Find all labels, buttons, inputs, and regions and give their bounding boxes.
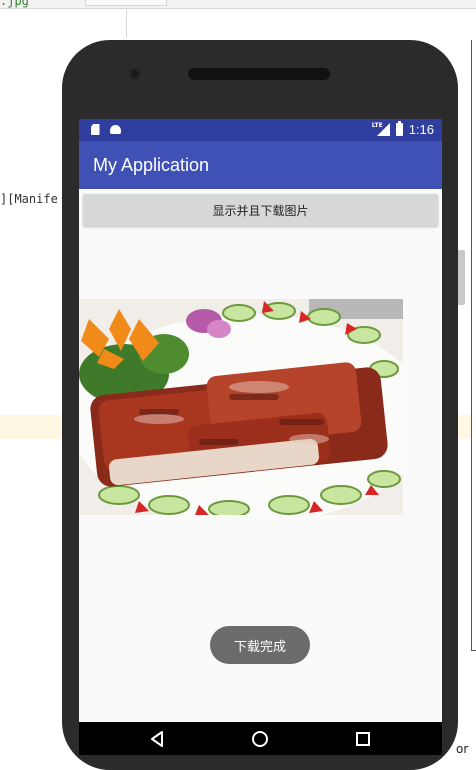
ide-divider (126, 8, 127, 38)
ide-tab[interactable] (85, 0, 167, 6)
recents-icon[interactable] (354, 730, 372, 748)
device-screen: LTE 1:16 My Application 显示并且下载图片 下载完成 (79, 119, 442, 755)
ide-tab-bar: .jpg (0, 0, 476, 9)
battery-icon (395, 121, 403, 136)
status-bar: LTE 1:16 (79, 119, 442, 141)
lte-signal-icon: LTE (372, 122, 390, 137)
download-complete-toast: 下载完成 (210, 626, 310, 664)
android-icon (109, 123, 121, 136)
sd-card-icon (89, 123, 101, 136)
app-title: My Application (93, 155, 210, 175)
ide-tab-label[interactable]: .jpg (0, 0, 29, 8)
show-and-download-image-button[interactable]: 显示并且下载图片 (83, 194, 438, 226)
status-time: 1:16 (408, 122, 434, 137)
back-icon[interactable] (149, 730, 167, 748)
ide-scrollbar[interactable] (457, 250, 465, 305)
app-bar: My Application (79, 141, 442, 189)
home-icon[interactable] (251, 730, 269, 748)
phone-speaker (188, 68, 330, 80)
downloaded-food-image (79, 299, 403, 515)
ide-bottom-text: or (456, 742, 469, 756)
ide-code-line: ][Manife (0, 192, 58, 206)
navigation-bar (79, 722, 442, 755)
ide-right-panel (471, 40, 476, 651)
front-camera (129, 68, 141, 80)
status-right-group: LTE 1:16 (372, 121, 434, 137)
